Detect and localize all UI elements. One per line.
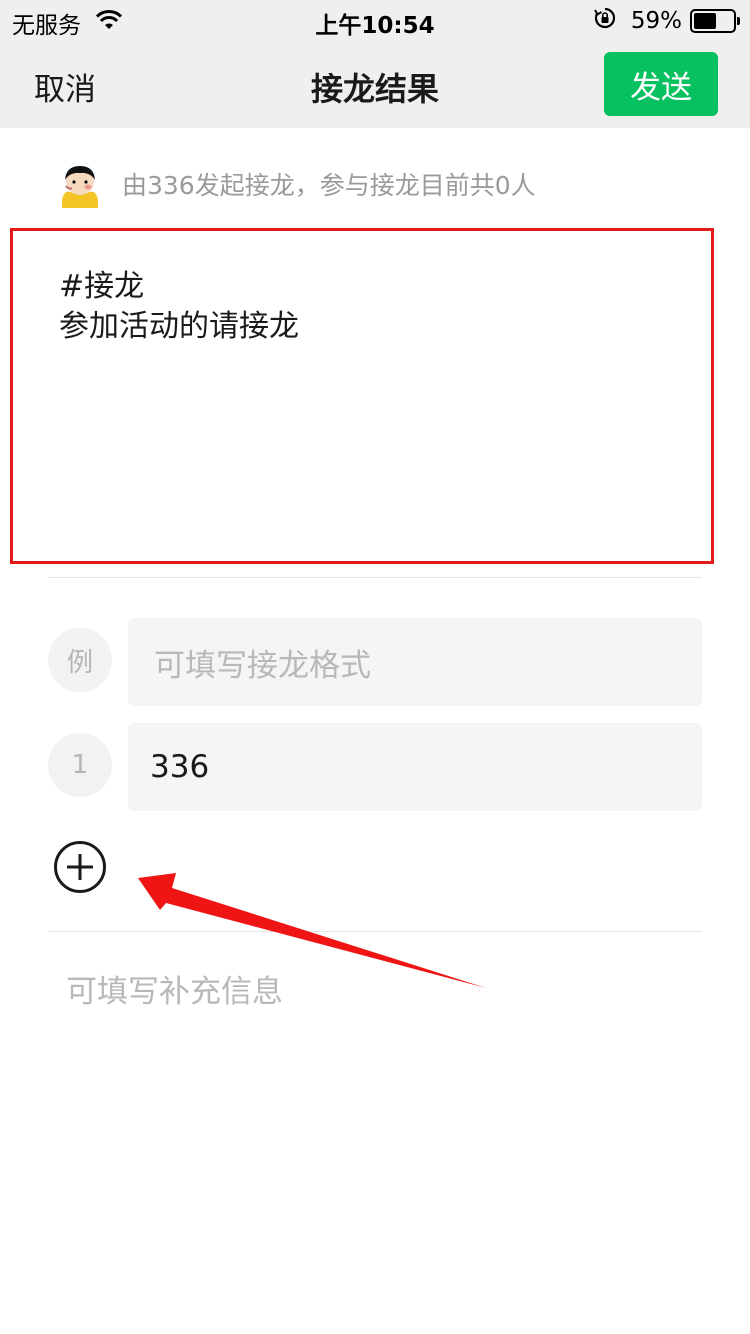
entry-input[interactable]: 336 [128, 723, 702, 811]
battery-percent: 59% [630, 8, 682, 34]
battery-icon [690, 9, 740, 33]
divider-top [48, 577, 702, 578]
example-badge: 例 [48, 628, 112, 692]
supplement-input[interactable]: 可填写补充信息 [66, 966, 283, 1011]
status-bar: 无服务 上午10:54 59% [0, 0, 750, 40]
battery-fill [694, 13, 716, 29]
battery-nub [737, 17, 740, 25]
initiator-text: 由336发起接龙，参与接龙目前共0人 [122, 171, 536, 200]
topic-line-hashtag: #接龙 [59, 269, 145, 304]
status-bar-right: 59% [593, 6, 740, 36]
initiator-info: 由336发起接龙，参与接龙目前共0人 [56, 160, 536, 208]
entry-row: 1 336 [48, 723, 702, 811]
divider-bottom [48, 931, 702, 932]
example-row: 例 可填写接龙格式 [48, 618, 702, 706]
format-example-input[interactable]: 可填写接龙格式 [128, 618, 702, 706]
avatar [56, 160, 104, 208]
plus-circle-icon[interactable] [53, 840, 107, 894]
orientation-lock-icon [593, 6, 617, 36]
topic-text-area[interactable]: #接龙 参加活动的请接龙 [10, 228, 714, 564]
topic-line-description: 参加活动的请接龙 [59, 309, 299, 344]
navigation-bar: 取消 接龙结果 发送 [0, 40, 750, 128]
entry-index-badge: 1 [48, 733, 112, 797]
send-button[interactable]: 发送 [604, 52, 718, 116]
